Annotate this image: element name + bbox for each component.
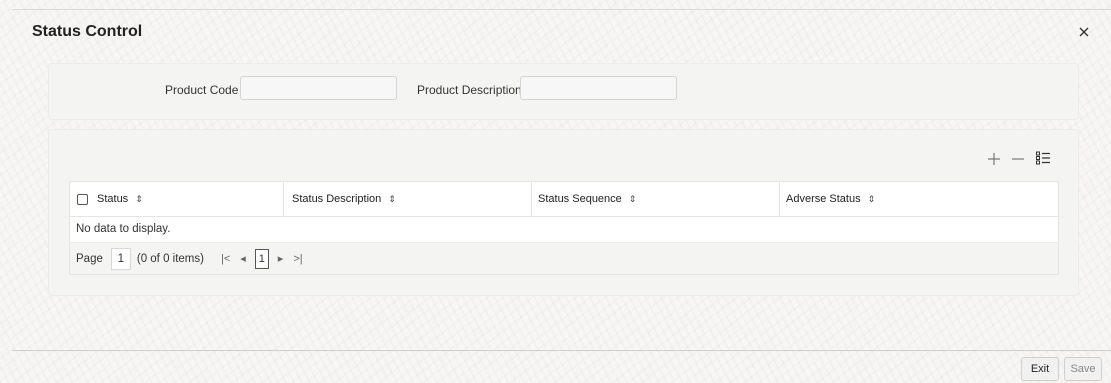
- column-header-status-description[interactable]: Status Description ⇕: [284, 182, 532, 216]
- column-header-adverse-status[interactable]: Adverse Status ⇕: [780, 182, 1056, 216]
- first-page-icon[interactable]: |<: [221, 253, 230, 265]
- page-number-input[interactable]: 1: [110, 247, 131, 270]
- exit-button[interactable]: Exit: [1021, 357, 1059, 381]
- sort-icon[interactable]: ⇕: [388, 194, 396, 205]
- column-label-status-sequence: Status Sequence: [538, 193, 622, 205]
- current-page-button[interactable]: 1: [254, 248, 269, 269]
- next-page-icon[interactable]: ▸: [278, 252, 284, 265]
- plus-icon[interactable]: [987, 152, 1001, 166]
- items-count: (0 of 0 items): [136, 252, 204, 265]
- previous-page-icon[interactable]: ◂: [240, 252, 246, 265]
- top-divider: [12, 9, 1111, 10]
- page-label: Page: [76, 252, 103, 265]
- close-icon[interactable]: [1076, 24, 1092, 40]
- window-title: Status Control: [32, 23, 143, 40]
- empty-message: No data to display.: [70, 217, 1058, 243]
- product-description-label: Product Description: [417, 83, 522, 97]
- footer-divider: [12, 350, 1111, 351]
- save-button[interactable]: Save: [1064, 357, 1102, 381]
- status-grid: Status ⇕ Status Description ⇕ Status Seq…: [69, 181, 1059, 275]
- column-label-status: Status: [97, 193, 129, 205]
- column-header-status[interactable]: Status ⇕: [70, 182, 284, 216]
- status-grid-panel: Status ⇕ Status Description ⇕ Status Seq…: [48, 129, 1079, 296]
- minus-icon[interactable]: [1011, 152, 1025, 166]
- pagination-bar: Page 1 (0 of 0 items) |< ◂ 1 ▸ >|: [70, 243, 1058, 274]
- product-code-label: Product Code: [165, 83, 239, 97]
- sort-icon[interactable]: ⇕: [135, 194, 143, 205]
- grid-header-row: Status ⇕ Status Description ⇕ Status Seq…: [70, 182, 1058, 217]
- column-label-status-description: Status Description: [292, 193, 382, 205]
- product-description-field[interactable]: [520, 76, 677, 100]
- select-all-checkbox[interactable]: [77, 193, 88, 205]
- product-code-field[interactable]: [240, 76, 397, 100]
- header-panel: Product Code Product Description: [48, 63, 1079, 120]
- list-settings-icon[interactable]: [1035, 150, 1051, 166]
- sort-icon[interactable]: ⇕: [868, 194, 876, 205]
- column-header-status-sequence[interactable]: Status Sequence ⇕: [532, 182, 780, 216]
- column-label-adverse-status: Adverse Status: [786, 193, 861, 205]
- last-page-icon[interactable]: >|: [293, 253, 302, 265]
- sort-icon[interactable]: ⇕: [629, 194, 637, 205]
